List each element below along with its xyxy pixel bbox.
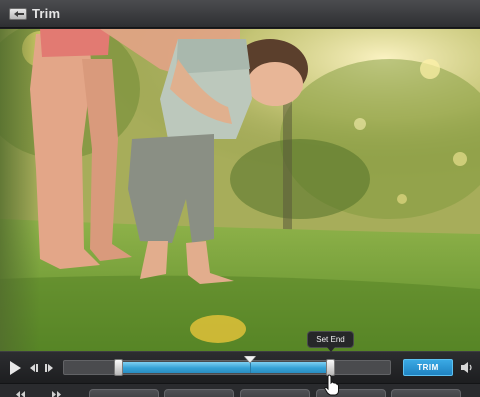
trim-selection — [119, 362, 332, 373]
video-frame — [0, 29, 480, 351]
back-arrow-icon — [14, 11, 24, 17]
volume-icon[interactable] — [460, 361, 474, 374]
video-preview[interactable] — [0, 29, 480, 351]
play-icon[interactable] — [8, 360, 22, 376]
toolbar-button-3[interactable] — [240, 389, 310, 397]
trim-timeline[interactable] — [63, 356, 391, 376]
toolbar-button-5[interactable] — [391, 389, 461, 397]
forward-icon[interactable] — [52, 390, 61, 397]
playhead-marker[interactable] — [243, 356, 256, 364]
trim-button[interactable]: TRIM — [403, 359, 453, 376]
trim-start-handle[interactable] — [114, 359, 124, 376]
toolbar-button-2[interactable] — [164, 389, 234, 397]
playback-controls: TRIM — [0, 351, 480, 383]
hand-pointer-icon — [324, 374, 339, 396]
set-end-tooltip: Set End — [307, 331, 354, 348]
tooltip-pointer — [327, 347, 335, 352]
back-button[interactable] — [9, 8, 27, 20]
rewind-icon[interactable] — [16, 390, 25, 397]
window-title: Trim — [32, 6, 61, 21]
step-back-icon[interactable] — [28, 362, 40, 374]
toolbar-button-1[interactable] — [89, 389, 159, 397]
step-forward-icon[interactable] — [43, 362, 55, 374]
bottom-toolbar — [0, 383, 480, 397]
title-bar: Trim — [0, 0, 480, 28]
